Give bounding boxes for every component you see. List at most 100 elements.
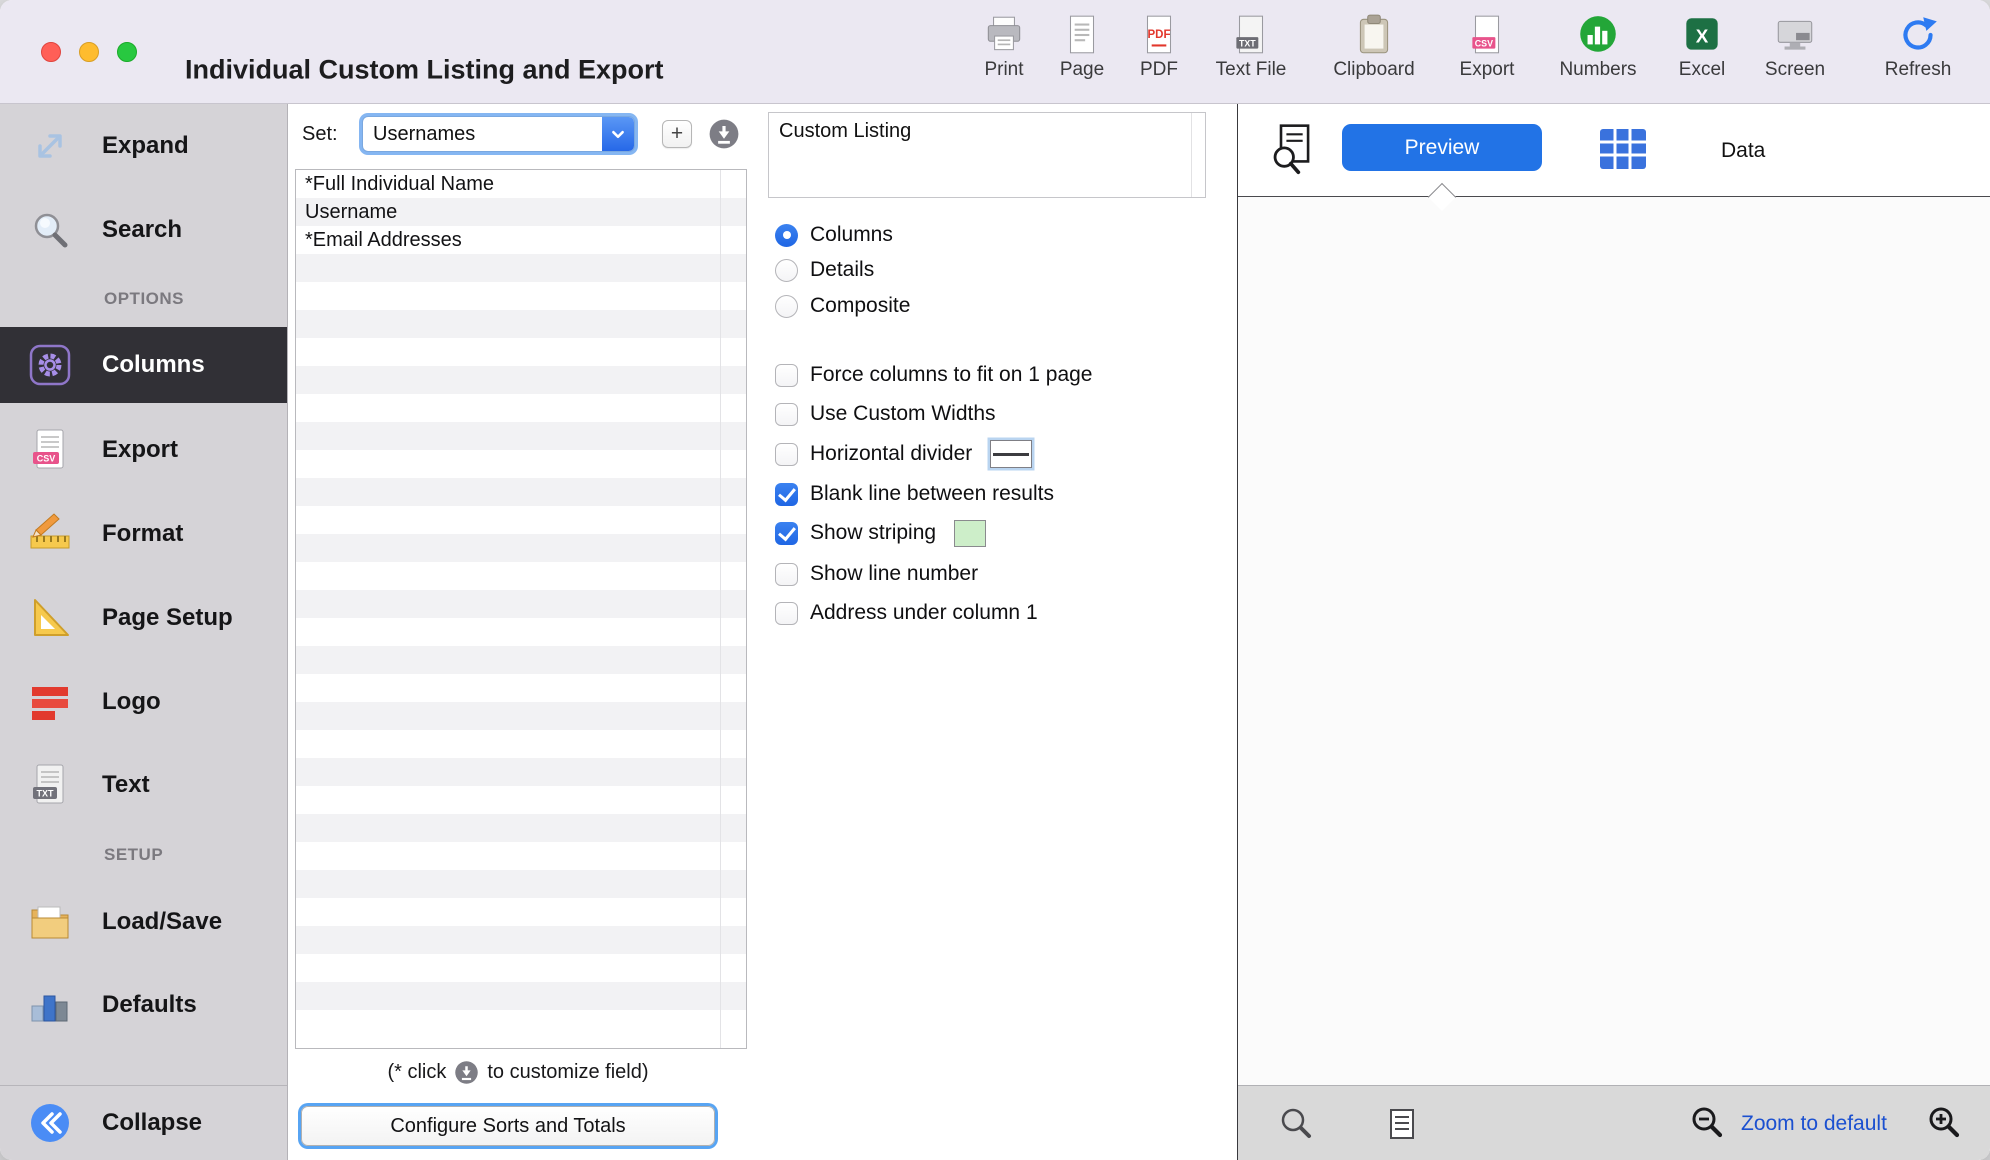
list-item[interactable]: [296, 842, 746, 870]
list-item[interactable]: [296, 982, 746, 1010]
magnifier-icon[interactable]: [1278, 1106, 1314, 1142]
details-radio[interactable]: [775, 259, 798, 282]
list-item[interactable]: [296, 506, 746, 534]
list-item[interactable]: [296, 674, 746, 702]
columns-radio[interactable]: [775, 224, 798, 247]
list-item[interactable]: [296, 478, 746, 506]
horizontal-divider-checkbox[interactable]: [775, 443, 798, 466]
list-item[interactable]: [296, 254, 746, 282]
list-item[interactable]: [296, 366, 746, 394]
sidebar-item-logo[interactable]: Logo: [0, 664, 287, 740]
list-item[interactable]: [296, 534, 746, 562]
blank-line-checkbox[interactable]: [775, 483, 798, 506]
checkbox-row-address-under-col1: Address under column 1: [775, 598, 1038, 628]
listing-title-input[interactable]: Custom Listing: [769, 113, 1205, 197]
preview-panel: Preview Data Zoom to default: [1237, 104, 1990, 1160]
field-list[interactable]: *Full Individual NameUsername*Email Addr…: [295, 169, 747, 1049]
checkbox-row-show-striping: Show striping: [775, 518, 986, 548]
sidebar-item-columns[interactable]: Columns: [0, 327, 287, 403]
svg-text:TXT: TXT: [1239, 39, 1256, 49]
list-item[interactable]: [296, 282, 746, 310]
close-window-button[interactable]: [41, 42, 61, 62]
sidebar-item-page-setup[interactable]: Page Setup: [0, 580, 287, 656]
sidebar-item-defaults[interactable]: Defaults: [0, 967, 287, 1043]
checkbox-label: Blank line between results: [810, 482, 1054, 506]
minimize-window-button[interactable]: [79, 42, 99, 62]
force-fit-checkbox[interactable]: [775, 364, 798, 387]
data-table-icon[interactable]: [1595, 121, 1651, 177]
divider-style-icon[interactable]: [990, 440, 1032, 468]
toolbar-clipboard-button[interactable]: Clipboard: [1316, 12, 1432, 81]
checkbox-label: Horizontal divider: [810, 442, 972, 466]
toolbar-screen-button[interactable]: Screen: [1737, 12, 1853, 81]
document-lines-icon[interactable]: [1384, 1106, 1420, 1142]
list-item[interactable]: [296, 702, 746, 730]
toolbar-label: Screen: [1737, 59, 1853, 81]
download-circle-icon: [708, 118, 740, 150]
list-item[interactable]: [296, 590, 746, 618]
sidebar-item-expand[interactable]: Expand: [0, 108, 287, 184]
list-item[interactable]: [296, 870, 746, 898]
toolbar-refresh-button[interactable]: Refresh: [1860, 12, 1976, 81]
svg-text:X: X: [1696, 25, 1709, 46]
list-item[interactable]: [296, 310, 746, 338]
list-item[interactable]: [296, 814, 746, 842]
list-item[interactable]: [296, 422, 746, 450]
radio-row-columns: Columns: [775, 220, 893, 250]
toolbar-numbers-button[interactable]: Numbers: [1540, 12, 1656, 81]
radio-row-composite: Composite: [775, 291, 910, 321]
sidebar-item-label: Expand: [102, 132, 189, 160]
tab-data[interactable]: Data: [1721, 104, 1765, 197]
list-item[interactable]: [296, 450, 746, 478]
list-item[interactable]: [296, 758, 746, 786]
sidebar-item-label: Columns: [102, 351, 205, 379]
screen-icon: [1737, 12, 1853, 58]
set-dropdown[interactable]: Usernames: [362, 116, 635, 152]
sidebar-item-text[interactable]: TXT Text: [0, 747, 287, 823]
zoom-in-icon[interactable]: [1927, 1106, 1963, 1142]
sidebar-item-label: Collapse: [102, 1109, 202, 1137]
expand-icon: [28, 124, 72, 168]
checkbox-row-custom-widths: Use Custom Widths: [775, 399, 996, 429]
tab-preview[interactable]: Preview: [1342, 124, 1542, 171]
sidebar-item-label: Logo: [102, 688, 161, 716]
sidebar-item-search[interactable]: Search: [0, 192, 287, 268]
list-item[interactable]: [296, 926, 746, 954]
list-item[interactable]: [296, 618, 746, 646]
zoom-out-icon[interactable]: [1690, 1106, 1726, 1142]
list-item[interactable]: *Email Addresses: [296, 226, 746, 254]
list-item[interactable]: [296, 898, 746, 926]
checkbox-row-horizontal-divider: Horizontal divider: [775, 439, 1032, 469]
configure-sorts-totals-button[interactable]: Configure Sorts and Totals: [301, 1106, 715, 1146]
sidebar-item-format[interactable]: Format: [0, 496, 287, 572]
list-item[interactable]: Username: [296, 198, 746, 226]
set-dropdown-value: Usernames: [363, 123, 602, 146]
list-item[interactable]: [296, 786, 746, 814]
svg-text:TXT: TXT: [37, 789, 55, 799]
list-item[interactable]: [296, 562, 746, 590]
toolbar-text-file-button[interactable]: TXT Text File: [1193, 12, 1309, 81]
list-item[interactable]: [296, 730, 746, 758]
customize-field-button[interactable]: [708, 118, 740, 150]
toolbar-export-button[interactable]: CSV Export: [1429, 12, 1545, 81]
list-item[interactable]: [296, 338, 746, 366]
zoom-to-default-link[interactable]: Zoom to default: [1741, 1086, 1887, 1160]
striping-color-swatch[interactable]: [954, 520, 986, 547]
sidebar-item-collapse[interactable]: Collapse: [0, 1085, 287, 1160]
custom-widths-checkbox[interactable]: [775, 403, 798, 426]
show-line-number-checkbox[interactable]: [775, 563, 798, 586]
list-item[interactable]: [296, 394, 746, 422]
show-striping-checkbox[interactable]: [775, 522, 798, 545]
list-item[interactable]: [296, 646, 746, 674]
preview-tabbar: Preview Data: [1238, 104, 1990, 197]
list-item[interactable]: [296, 954, 746, 982]
sidebar-item-load-save[interactable]: Load/Save: [0, 884, 287, 960]
list-item[interactable]: [296, 1010, 746, 1038]
list-item[interactable]: *Full Individual Name: [296, 170, 746, 198]
sidebar-item-export[interactable]: CSV Export: [0, 412, 287, 488]
composite-radio[interactable]: [775, 295, 798, 318]
address-under-column-checkbox[interactable]: [775, 602, 798, 625]
zoom-window-button[interactable]: [117, 42, 137, 62]
add-set-button[interactable]: +: [662, 120, 692, 148]
svg-text:CSV: CSV: [37, 454, 56, 464]
